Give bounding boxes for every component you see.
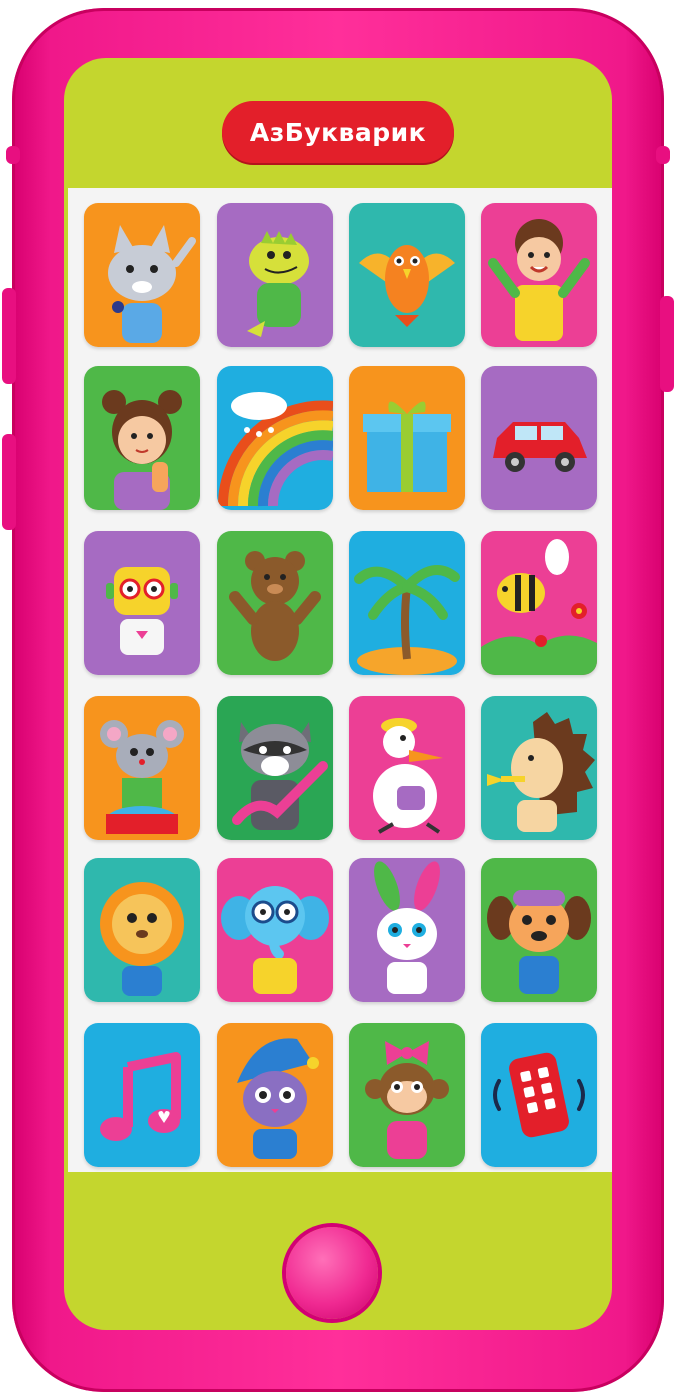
app-tile-dinosaur[interactable] <box>217 203 333 347</box>
app-tile-bunny[interactable] <box>349 858 465 1002</box>
app-tile-lion[interactable] <box>84 858 200 1002</box>
side-button-left-upper[interactable] <box>2 288 16 384</box>
girl-icecream-icon <box>84 366 200 510</box>
gift-icon <box>349 366 465 510</box>
duck-icon <box>349 696 465 840</box>
app-tile-elephant[interactable] <box>217 858 333 1002</box>
side-button-right-top[interactable] <box>656 146 670 164</box>
app-tile-palm-tree[interactable] <box>349 531 465 675</box>
home-button[interactable] <box>286 1227 378 1319</box>
bee-icon <box>481 531 597 675</box>
app-tile-girl-icecream[interactable] <box>84 366 200 510</box>
cat-singer-icon <box>84 203 200 347</box>
brand-logo: АзБукварик <box>222 101 454 163</box>
side-button-right[interactable] <box>660 296 674 392</box>
app-tile-gift[interactable] <box>349 366 465 510</box>
car-icon <box>481 366 597 510</box>
app-tile-raccoon-guitar[interactable] <box>217 696 333 840</box>
side-button-left-lower[interactable] <box>2 434 16 530</box>
parrot-icon <box>349 203 465 347</box>
app-tile-car[interactable] <box>481 366 597 510</box>
app-tile-monkey[interactable] <box>349 1023 465 1167</box>
app-tile-parrot[interactable] <box>349 203 465 347</box>
app-tile-rainbow[interactable] <box>217 366 333 510</box>
palm-tree-icon <box>349 531 465 675</box>
dinosaur-icon <box>217 203 333 347</box>
side-button-left-top[interactable] <box>6 146 20 164</box>
app-tile-duck[interactable] <box>349 696 465 840</box>
bunny-icon <box>349 858 465 1002</box>
app-tile-hedgehog-trumpet[interactable] <box>481 696 597 840</box>
mouse-drummer-icon <box>84 696 200 840</box>
rainbow-icon <box>217 366 333 510</box>
elephant-icon <box>217 858 333 1002</box>
app-tile-sleepy-cat[interactable] <box>217 1023 333 1167</box>
app-tile-bee[interactable] <box>481 531 597 675</box>
app-tile-music[interactable] <box>84 1023 200 1167</box>
sleepy-cat-icon <box>217 1023 333 1167</box>
app-tile-robot[interactable] <box>84 531 200 675</box>
bear-icon <box>217 531 333 675</box>
brand-logo-text: АзБукварик <box>249 117 427 147</box>
app-tile-bear[interactable] <box>217 531 333 675</box>
boy-icon <box>481 203 597 347</box>
robot-icon <box>84 531 200 675</box>
lion-icon <box>84 858 200 1002</box>
app-tile-puppy-pilot[interactable] <box>481 858 597 1002</box>
puppy-pilot-icon <box>481 858 597 1002</box>
app-tile-boy[interactable] <box>481 203 597 347</box>
music-note-icon <box>84 1023 200 1167</box>
app-tile-phone[interactable] <box>481 1023 597 1167</box>
app-tile-mouse-drummer[interactable] <box>84 696 200 840</box>
monkey-icon <box>349 1023 465 1167</box>
raccoon-guitar-icon <box>217 696 333 840</box>
app-tile-cat-singer[interactable] <box>84 203 200 347</box>
phone-vibrate-icon <box>481 1023 597 1167</box>
hedgehog-trumpet-icon <box>481 696 597 840</box>
